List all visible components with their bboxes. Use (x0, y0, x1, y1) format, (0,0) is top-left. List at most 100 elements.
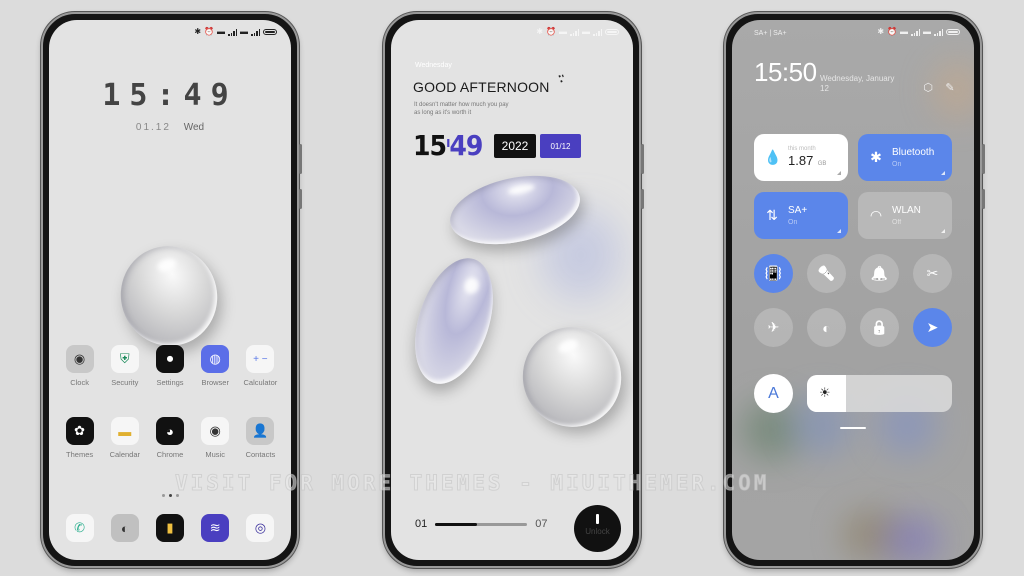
expand-corner-icon (837, 171, 841, 175)
plus-minus-icon: + − (246, 345, 275, 373)
app-clock[interactable]: ◉ Clock (57, 345, 102, 387)
year-badge: 2022 (494, 134, 536, 158)
bell-icon: 🔔 (870, 265, 889, 281)
date-text: 01.12 (135, 122, 171, 133)
unlock-button[interactable]: Unlock (574, 505, 621, 552)
lock-icon: 🔒 (870, 319, 889, 335)
battery-icon (605, 29, 619, 35)
bluetooth-tile[interactable]: ✱ Bluetooth On (858, 134, 952, 181)
subtitle-line-1: It doesn't matter how much you pay (414, 102, 509, 108)
app-camera[interactable]: ◎ (238, 514, 283, 542)
expand-corner-icon (837, 229, 841, 233)
progress-track[interactable] (435, 522, 528, 526)
app-phone[interactable]: ✆ (57, 514, 102, 542)
alarm-icon: ⏰ (546, 27, 556, 36)
screenshot-toggle[interactable]: ✂ (913, 254, 952, 293)
app-row-2: ✿ Themes ▬ Calendar ◕ Chrome ◉ Music 👤 Contacts (57, 417, 283, 459)
airplane-icon: ✈ (767, 319, 780, 335)
lock-screen: ✱ ⏰ ▬ ▬ Wednesday GOOD AFTERNOON ⁚' It d… (391, 20, 633, 560)
phone-home-screen: ✱ ⏰ ▬ ▬ 15:49 01.12 Wed ◉ Clock ⛨ Security ⏺… (41, 12, 302, 568)
control-center-screen: SA+ | SA+ ✱ ⏰ ▬ ▬ 15:50 Wednesday, Janua… (732, 20, 974, 560)
page-dot[interactable] (175, 494, 179, 497)
bluetooth-icon: ✱ (536, 27, 544, 36)
wlan-tile[interactable]: ◠ WLAN Off (858, 192, 952, 239)
status-bar: ✱ ⏰ ▬ ▬ (877, 28, 960, 36)
location-icon: ➤ (926, 319, 939, 335)
bluetooth-icon: ✱ (194, 27, 202, 36)
gallery-icon: ≋ (201, 514, 230, 542)
signal2-icon (251, 28, 260, 36)
weekday-label: Wednesday (415, 62, 452, 69)
data-usage-tile[interactable]: 💧 this month 1.87 GB (754, 134, 848, 181)
reading-mode-toggle[interactable]: ◐ (807, 308, 846, 347)
bluetooth-title: Bluetooth (892, 147, 935, 158)
mobile-data-tile[interactable]: ⇅ SA+ On (754, 192, 848, 239)
brightness-slider[interactable]: ☀ (807, 375, 952, 412)
app-label: Clock (70, 378, 89, 387)
app-label: Contacts (245, 450, 276, 459)
wlan-status: Off (892, 219, 902, 226)
screenshot-icon: ✂ (926, 265, 939, 281)
sim1-icon: ▬ (217, 27, 225, 36)
notes-icon: ▮ (155, 514, 184, 542)
volume-button (641, 144, 644, 174)
power-button (641, 189, 644, 209)
sim1-icon: ▬ (559, 27, 567, 36)
lock-time: 15ı49 (413, 129, 483, 162)
app-calculator[interactable]: + − Calculator (238, 345, 283, 387)
palette-icon: ✿ (65, 417, 94, 445)
app-label: Security (111, 378, 139, 387)
weekday-text: Wed (183, 122, 205, 133)
app-label: Themes (66, 450, 94, 459)
clock-icon: ◉ (65, 345, 94, 373)
app-browser[interactable]: ◍ Browser (193, 345, 238, 387)
cc-date-line-2: 12 (820, 84, 829, 93)
auto-brightness-button[interactable]: A (754, 374, 793, 413)
edit-icon[interactable]: ✎ (944, 82, 956, 94)
app-themes[interactable]: ✿ Themes (57, 417, 102, 459)
bell-toggle[interactable]: 🔔 (860, 254, 899, 293)
auto-brightness-label: A (768, 384, 779, 402)
page-dot[interactable] (168, 494, 172, 497)
page-indicator[interactable] (49, 494, 291, 497)
app-security[interactable]: ⛨ Security (102, 345, 147, 387)
wifi-icon: ◠ (869, 207, 883, 223)
greeting-heading: GOOD AFTERNOON (413, 79, 550, 95)
bluetooth-icon: ✱ (870, 149, 882, 165)
vinyl-icon: ◉ (201, 417, 230, 445)
mobile-data-status: On (788, 219, 798, 226)
clock-widget-date: 01.12 Wed (49, 122, 291, 133)
app-calendar[interactable]: ▬ Calendar (102, 417, 147, 459)
phone-lock-screen: ✱ ⏰ ▬ ▬ Wednesday GOOD AFTERNOON ⁚' It d… (383, 12, 644, 568)
volume-button (982, 144, 985, 174)
drag-handle[interactable] (840, 427, 866, 429)
page-dot[interactable] (161, 494, 165, 497)
water-drop-wallpaper-2 (400, 248, 508, 394)
app-gallery[interactable]: ≋ (193, 514, 238, 542)
sim2-icon: ▬ (582, 27, 590, 36)
settings-gear-icon[interactable]: ⬡ (922, 82, 934, 94)
airplane-toggle[interactable]: ✈ (754, 308, 793, 347)
flashlight-toggle[interactable]: 🔦 (807, 254, 846, 293)
chrome-icon: ◕ (155, 417, 184, 445)
signal1-icon (228, 28, 237, 36)
lock-toggle[interactable]: 🔒 (860, 308, 899, 347)
location-toggle[interactable]: ➤ (913, 308, 952, 347)
app-notes[interactable]: ▮ (147, 514, 192, 542)
vibrate-toggle[interactable]: 📳 (754, 254, 793, 293)
alarm-icon: ⏰ (887, 27, 897, 36)
alarm-icon: ⏰ (204, 27, 214, 36)
flashlight-icon: 🔦 (817, 265, 836, 281)
subtitle-line-2: as long as it's worth it (414, 110, 472, 116)
app-contacts[interactable]: 👤 Contacts (238, 417, 283, 459)
mobile-data-title: SA+ (788, 205, 808, 216)
app-music[interactable]: ◉ Music (193, 417, 238, 459)
sparkle-icon: ⁚' (557, 73, 567, 86)
app-chrome[interactable]: ◕ Chrome (147, 417, 192, 459)
clock-widget-time[interactable]: 15:49 (49, 78, 291, 113)
app-settings[interactable]: ⏺ Settings (147, 345, 192, 387)
app-label: Chrome (156, 450, 184, 459)
signal1-icon (570, 28, 579, 36)
app-messages[interactable]: ◐ (102, 514, 147, 542)
app-label: Calculator (243, 378, 278, 387)
